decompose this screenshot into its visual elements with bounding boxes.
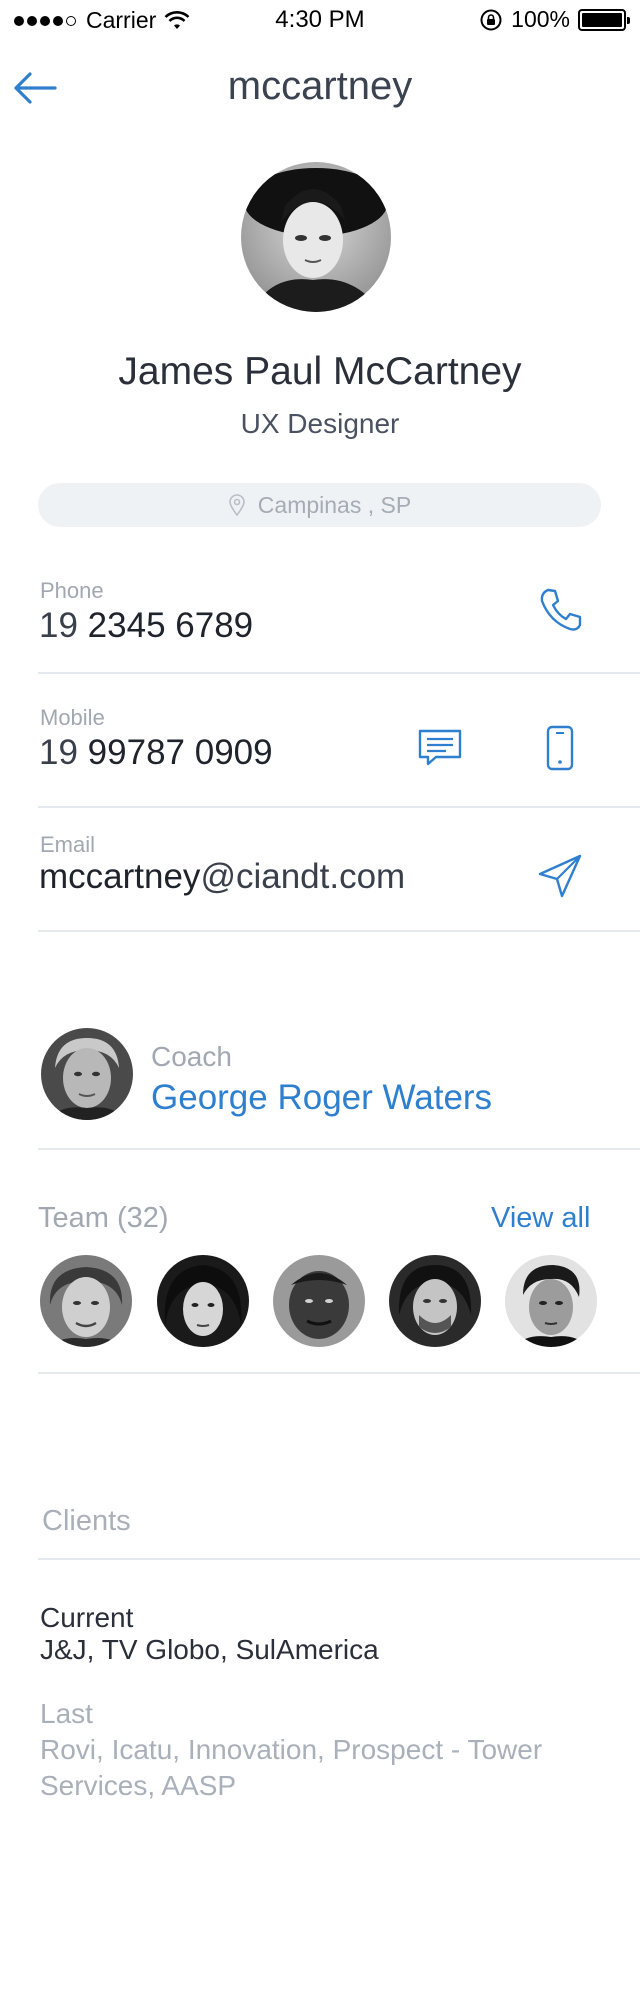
divider xyxy=(38,930,640,932)
email-user: mccartney xyxy=(39,857,201,896)
location-text: Campinas , SP xyxy=(257,491,412,518)
current-clients-value: J&J, TV Globo, SulAmerica xyxy=(40,1634,379,1665)
location-pin-icon xyxy=(228,494,245,517)
status-right: 100% xyxy=(479,6,630,33)
last-clients-label: Last xyxy=(40,1698,93,1729)
coach-label: Coach xyxy=(151,1041,232,1072)
mobile-number: 99787 0909 xyxy=(87,733,273,772)
divider xyxy=(38,1372,640,1374)
mobile-phone-icon xyxy=(546,725,574,771)
rotation-lock-icon xyxy=(480,9,502,30)
phone-area-code: 19 xyxy=(39,606,78,645)
divider xyxy=(38,806,640,808)
call-button[interactable] xyxy=(536,586,584,634)
phone-number: 2345 6789 xyxy=(87,606,254,645)
profile-role: UX Designer xyxy=(240,408,400,439)
divider xyxy=(38,672,640,674)
profile-name: James Paul McCartney xyxy=(118,350,522,393)
team-member-avatar[interactable] xyxy=(157,1255,249,1347)
team-member-avatar[interactable] xyxy=(505,1255,597,1347)
page-title: mccartney xyxy=(227,64,413,108)
phone-icon xyxy=(540,588,582,631)
phone-value: 19 2345 6789 xyxy=(39,606,253,646)
team-member-avatar[interactable] xyxy=(389,1255,481,1347)
last-clients-value: Rovi, Icatu, Innovation, Prospect - Towe… xyxy=(40,1734,543,1801)
team-label: Team (32) xyxy=(38,1202,169,1234)
message-button[interactable] xyxy=(416,724,464,772)
chat-icon xyxy=(418,729,462,766)
mobile-area-code: 19 xyxy=(39,733,78,772)
send-icon xyxy=(538,854,582,898)
battery-percent: 100% xyxy=(511,6,570,32)
coach-name-link[interactable]: George Roger Waters xyxy=(151,1078,492,1118)
view-all-link[interactable]: View all xyxy=(491,1202,590,1235)
profile-avatar xyxy=(241,162,391,312)
clients-section-title: Clients xyxy=(42,1505,131,1537)
email-label: Email xyxy=(40,832,96,857)
send-email-button[interactable] xyxy=(536,852,584,900)
mobile-label: Mobile xyxy=(40,705,105,730)
divider xyxy=(38,1558,640,1560)
battery-icon xyxy=(578,8,630,31)
email-value: mccartney@ciandt.com xyxy=(39,857,405,897)
divider xyxy=(38,1148,640,1150)
mobile-value: 19 99787 0909 xyxy=(39,733,273,773)
mobile-call-button[interactable] xyxy=(542,724,578,772)
location-pill: Campinas , SP xyxy=(38,483,601,527)
email-domain: @ciandt.com xyxy=(200,857,406,896)
status-bar: Carrier 4:30 PM 100% xyxy=(0,0,640,40)
coach-avatar[interactable] xyxy=(41,1028,133,1120)
team-member-avatar[interactable] xyxy=(40,1255,132,1347)
phone-label: Phone xyxy=(40,578,104,603)
current-clients-label: Current xyxy=(40,1602,134,1633)
team-member-avatar[interactable] xyxy=(273,1255,365,1347)
